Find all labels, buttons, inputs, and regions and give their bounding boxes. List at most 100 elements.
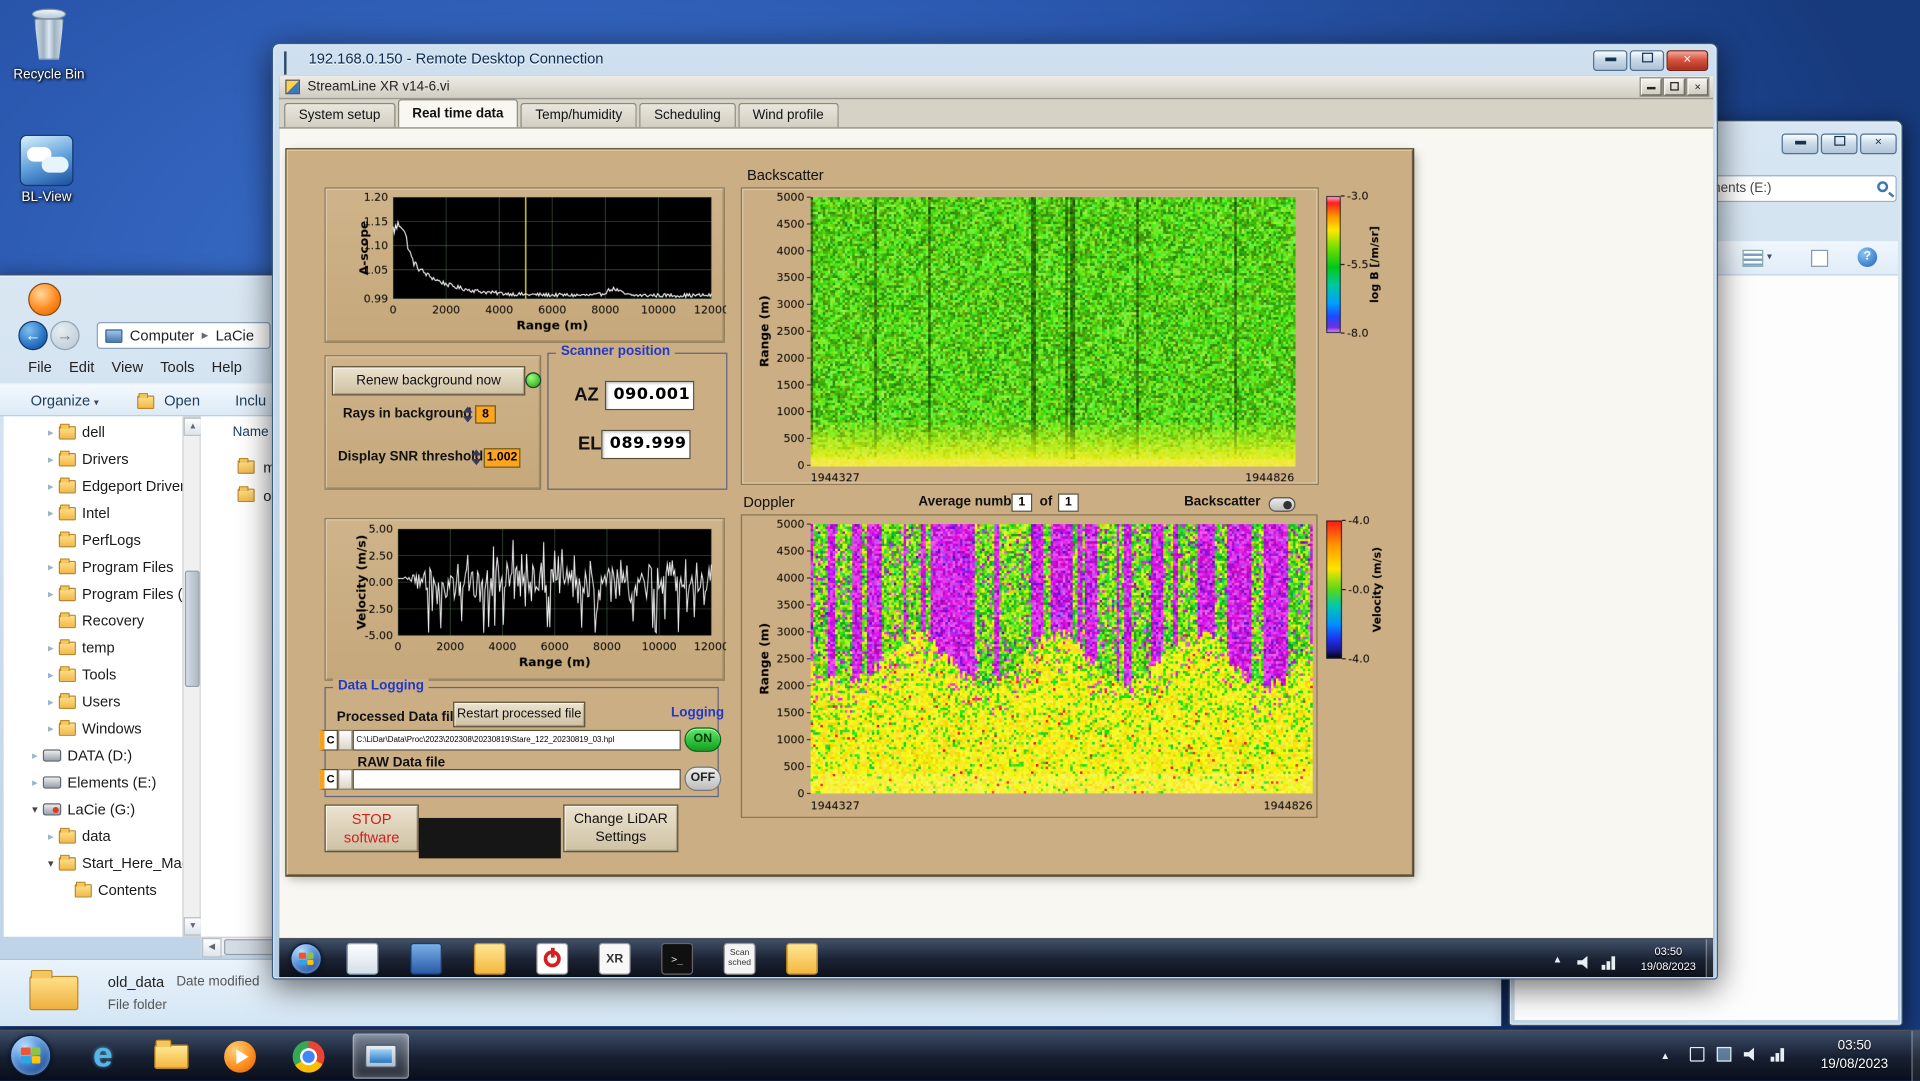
tree-item-data-d-[interactable]: ▸ DATA (D:): [4, 742, 183, 769]
action-center-icon[interactable]: [1689, 1046, 1705, 1062]
scroll-left-button[interactable]: ◀: [202, 937, 222, 958]
menu-item-tools[interactable]: Tools: [160, 359, 194, 376]
snr-spinner[interactable]: [471, 448, 482, 466]
az-value[interactable]: 090.001: [604, 380, 695, 411]
chevron-down-icon[interactable]: ▾: [1767, 251, 1772, 262]
name-column-header[interactable]: Name: [233, 425, 269, 440]
expander-icon[interactable]: ▸: [43, 426, 59, 439]
tree-item-contents[interactable]: Contents: [4, 877, 183, 904]
menu-item-edit[interactable]: Edit: [69, 359, 94, 376]
taskbar-explorer-button[interactable]: [147, 1033, 196, 1078]
expander-icon[interactable]: ▸: [43, 479, 59, 492]
close-button[interactable]: ×: [1859, 133, 1897, 155]
tab-real-time-data[interactable]: Real time data: [397, 99, 519, 128]
maximize-button[interactable]: [1820, 133, 1858, 155]
tree-item-temp[interactable]: ▸ temp: [4, 634, 183, 661]
taskbar-ie-button[interactable]: e: [78, 1033, 127, 1078]
restart-processed-file-button[interactable]: Restart processed file: [453, 701, 586, 728]
remote-taskbar-xr-icon[interactable]: XR: [598, 942, 631, 975]
tree-item-program-files[interactable]: ▸ Program Files: [4, 553, 183, 580]
scroll-up-button[interactable]: ▲: [183, 417, 203, 436]
remote-tray-chevron-icon[interactable]: ▲: [1553, 954, 1563, 965]
minimize-button[interactable]: [1781, 133, 1819, 155]
expander-icon[interactable]: ▸: [43, 560, 59, 573]
tab-system-setup[interactable]: System setup: [284, 102, 396, 128]
tray-chevron-icon[interactable]: ▲: [1660, 1051, 1670, 1062]
expander-icon[interactable]: ▾: [43, 857, 59, 870]
app-close-button[interactable]: ×: [1686, 77, 1710, 97]
menu-item-file[interactable]: File: [28, 359, 52, 376]
tree-item-perflogs[interactable]: PerfLogs: [4, 527, 183, 554]
tree-item-users[interactable]: ▸ Users: [4, 688, 183, 715]
network-icon[interactable]: [1770, 1046, 1786, 1062]
tree-item-data[interactable]: ▸ data: [4, 823, 183, 850]
back-button[interactable]: ←: [18, 320, 48, 351]
expander-icon[interactable]: ▸: [43, 587, 59, 600]
expander-icon[interactable]: ▸: [43, 722, 59, 735]
raw-path-field[interactable]: [352, 768, 681, 790]
tree-item-tools[interactable]: ▸ Tools: [4, 661, 183, 688]
organize-button[interactable]: Organize ▾: [31, 392, 99, 409]
tree-item-edgeport-driver[interactable]: ▸ Edgeport Driver: [4, 473, 182, 500]
remote-taskbar-explorer-icon[interactable]: [786, 942, 818, 975]
remote-show-desktop-button[interactable]: [1705, 939, 1714, 978]
raw-browse-icon[interactable]: [337, 768, 353, 790]
include-in-library-button[interactable]: Inclu: [235, 392, 266, 409]
remote-taskbar-console-icon[interactable]: >_: [661, 942, 694, 975]
streamline-titlebar[interactable]: StreamLine XR v14-6.vi ×: [279, 75, 1714, 100]
remote-start-button[interactable]: [290, 942, 323, 975]
search-input[interactable]: ments (E:): [1700, 175, 1897, 203]
processed-drive-selector[interactable]: C: [319, 729, 338, 751]
change-lidar-settings-button[interactable]: Change LiDAR Settings: [563, 804, 679, 853]
raw-logging-toggle[interactable]: OFF: [684, 766, 722, 792]
remote-network-icon[interactable]: [1601, 955, 1617, 970]
expander-icon[interactable]: ▸: [43, 452, 59, 465]
taskbar-rdp-button[interactable]: [352, 1033, 409, 1079]
tree-item-intel[interactable]: ▸ Intel: [4, 500, 183, 527]
expander-icon[interactable]: ▾: [27, 803, 43, 816]
desktop-icon-bl-view[interactable]: BL-View: [7, 134, 85, 204]
stop-software-button[interactable]: STOP software: [324, 804, 419, 853]
scrollbar-thumb[interactable]: [184, 570, 200, 687]
tree-item-windows[interactable]: ▸ Windows: [4, 715, 183, 742]
tree-item-drivers[interactable]: ▸ Drivers: [4, 446, 183, 473]
processed-logging-toggle[interactable]: ON: [684, 727, 722, 752]
display-tray-icon[interactable]: [1716, 1046, 1732, 1062]
raw-drive-selector[interactable]: C: [319, 768, 338, 790]
menu-item-help[interactable]: Help: [212, 359, 242, 376]
tab-wind-profile[interactable]: Wind profile: [737, 102, 839, 128]
backscatter-toggle[interactable]: [1268, 497, 1296, 512]
taskbar-chrome-button[interactable]: [284, 1033, 333, 1078]
app-minimize-button[interactable]: [1639, 77, 1663, 97]
expander-icon[interactable]: ▸: [43, 695, 59, 708]
expander-icon[interactable]: ▸: [43, 506, 59, 519]
tree-scrollbar[interactable]: ▲ ▼: [182, 416, 203, 937]
el-value[interactable]: 089.999: [601, 429, 691, 460]
snr-value[interactable]: 1.002: [483, 448, 521, 468]
volume-icon[interactable]: [1743, 1047, 1754, 1061]
rays-spinner[interactable]: [462, 405, 474, 423]
remote-clock[interactable]: 03:50 19/08/2023: [1641, 944, 1696, 973]
menu-item-view[interactable]: View: [111, 359, 143, 376]
remote-volume-icon[interactable]: [1577, 955, 1588, 970]
average-number-value[interactable]: 1: [1011, 493, 1033, 512]
start-button[interactable]: [9, 1034, 52, 1077]
tree-item-elements-e-[interactable]: ▸ Elements (E:): [4, 769, 183, 796]
remote-taskbar-system-icon[interactable]: [410, 942, 443, 975]
forward-button[interactable]: →: [50, 320, 80, 351]
tree-item-lacie-g-[interactable]: ▾ LaCie (G:): [4, 796, 183, 823]
renew-background-button[interactable]: Renew background now: [331, 366, 526, 396]
rays-value[interactable]: 8: [475, 405, 496, 424]
processed-browse-icon[interactable]: [337, 729, 353, 751]
remote-taskbar-share-folder-icon[interactable]: [473, 942, 506, 975]
breadcrumb-lacie[interactable]: LaCie: [216, 327, 254, 344]
scroll-down-button[interactable]: ▼: [183, 917, 203, 936]
open-button[interactable]: Open: [164, 392, 200, 409]
tree-item-start-here-mac-[interactable]: ▾ Start_Here_Mac.: [4, 850, 182, 877]
tree-item-network[interactable]: ▸Network: [4, 931, 183, 937]
expander-icon[interactable]: ▸: [27, 749, 43, 762]
breadcrumb[interactable]: Computer ▶ LaCie: [96, 322, 271, 349]
maximize-button[interactable]: [1629, 50, 1665, 72]
breadcrumb-computer[interactable]: Computer: [130, 327, 195, 344]
remote-taskbar-scan-sched-icon[interactable]: Scan sched: [723, 942, 756, 975]
